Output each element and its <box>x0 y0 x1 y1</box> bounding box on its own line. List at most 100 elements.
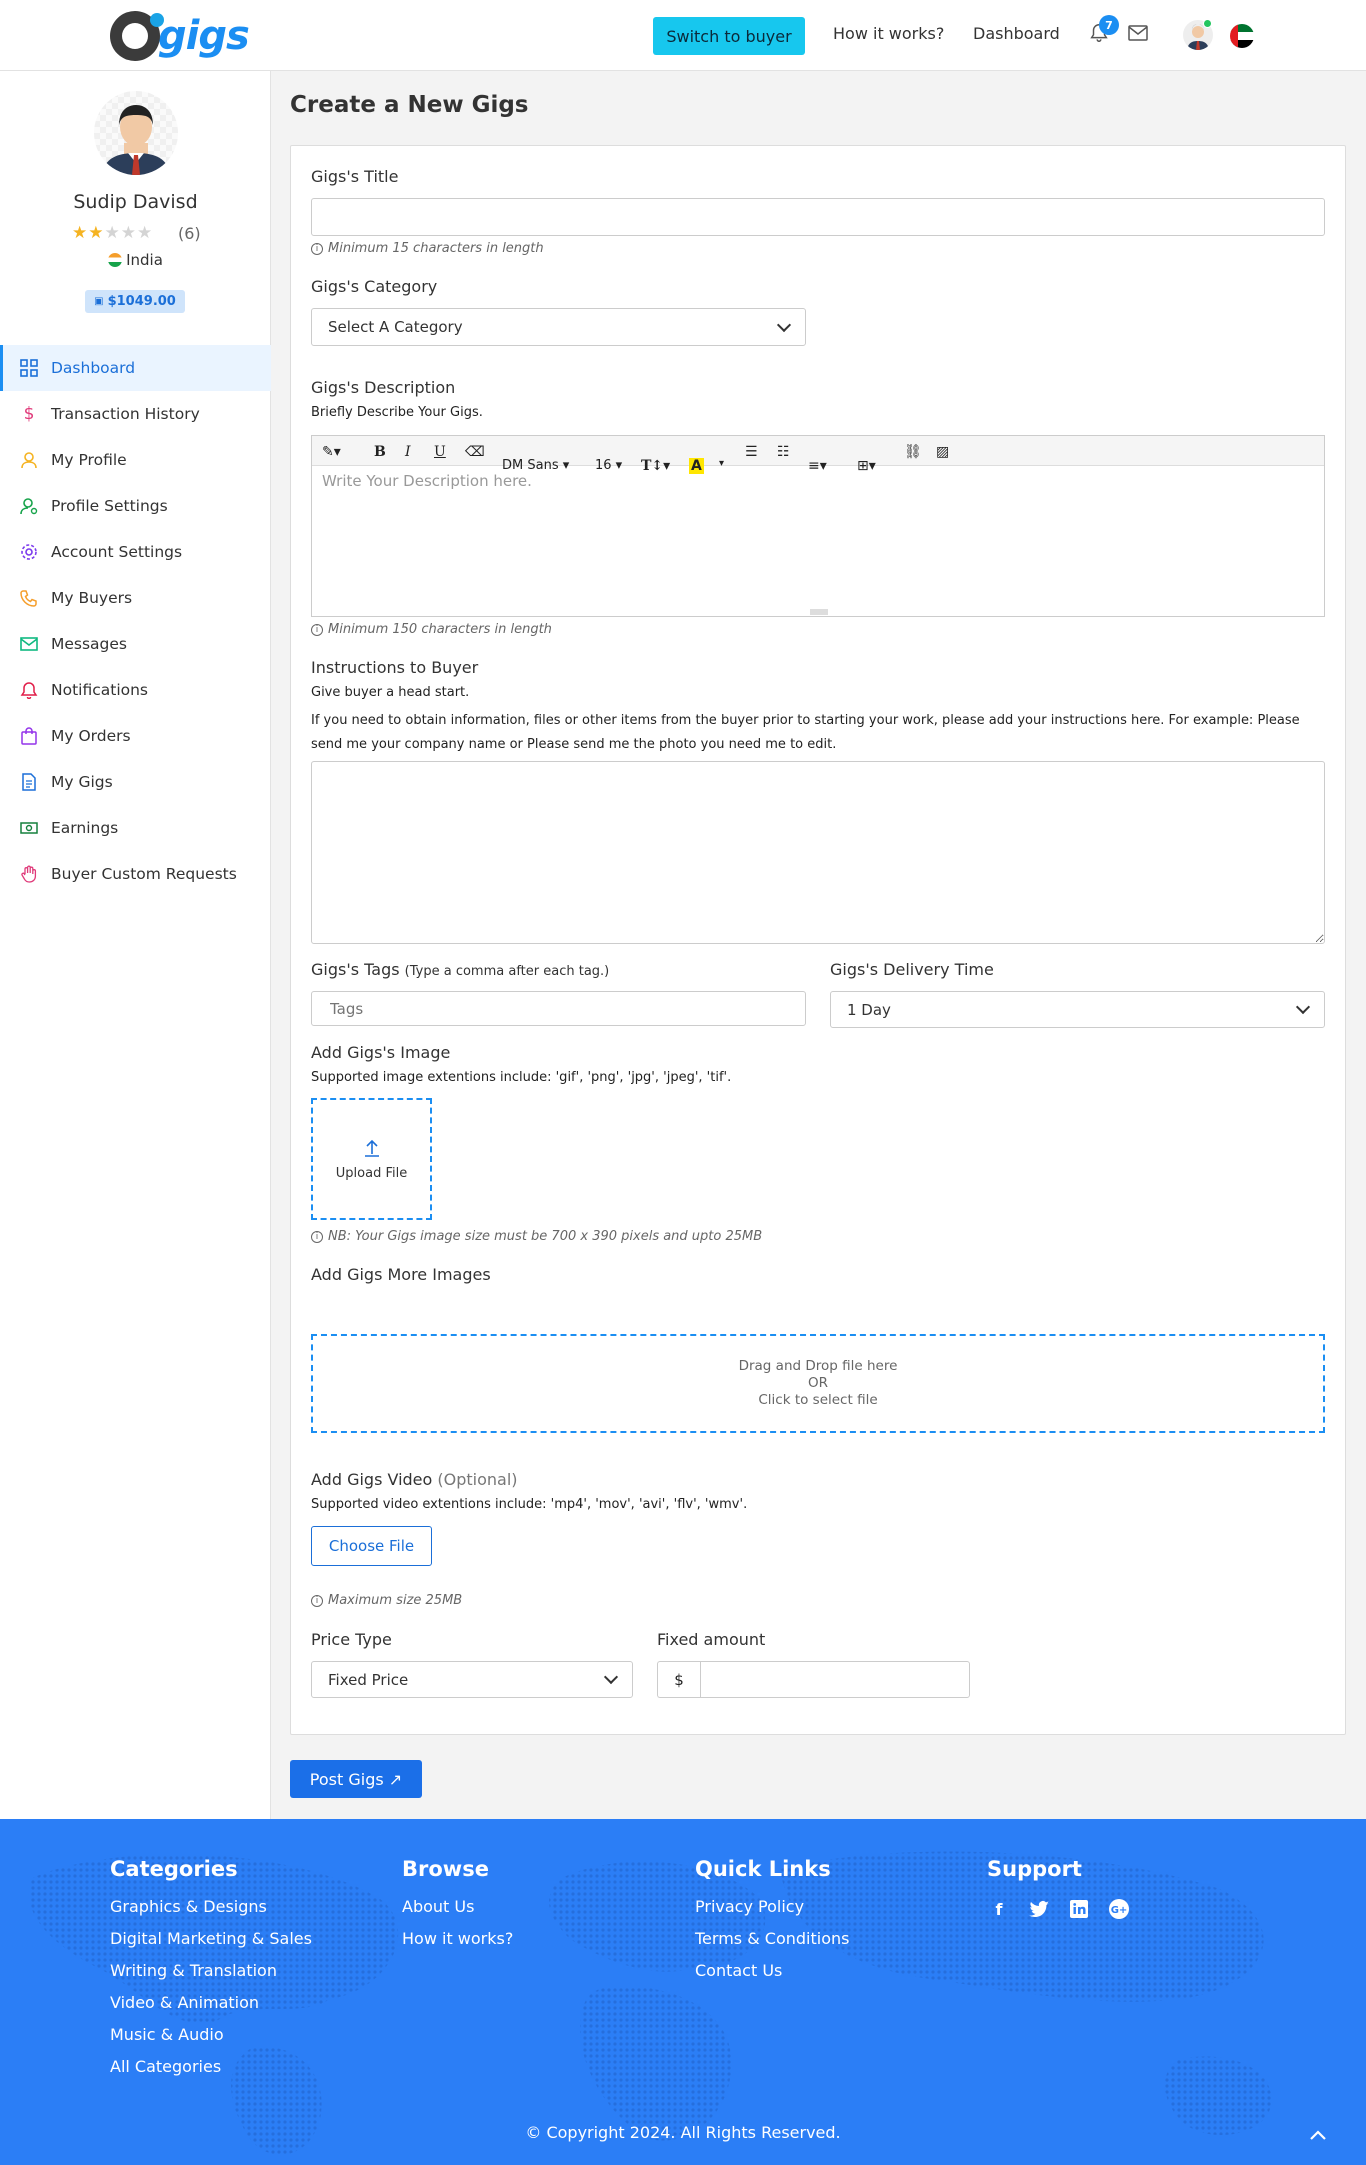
sidebar-item-dashboard[interactable]: Dashboard <box>0 345 271 391</box>
price-type-label: Price Type <box>311 1630 392 1649</box>
mail-icon <box>20 637 38 651</box>
sidebar-item-label: Account Settings <box>51 543 183 561</box>
sidebar-menu: Dashboard $ Transaction History My Profi… <box>0 345 271 897</box>
footer-link[interactable]: Video & Animation <box>110 1993 312 2025</box>
text-height-icon[interactable]: T↕▾ <box>641 458 670 474</box>
sidebar-item-label: Buyer Custom Requests <box>51 865 237 883</box>
facebook-icon[interactable]: f <box>987 1897 1011 1921</box>
review-count: (6) <box>178 224 201 243</box>
gig-video-label: Add Gigs Video (Optional) <box>311 1470 518 1489</box>
sidebar-item-label: Messages <box>51 635 128 653</box>
fixed-amount-label: Fixed amount <box>657 1630 766 1649</box>
footer-link[interactable]: Music & Audio <box>110 2025 312 2057</box>
resize-handle[interactable] <box>810 609 828 615</box>
sidebar-item-account-settings[interactable]: Account Settings <box>0 529 271 575</box>
footer-link[interactable]: Terms & Conditions <box>695 1929 849 1961</box>
sidebar-item-transaction-history[interactable]: $ Transaction History <box>0 391 271 437</box>
online-status-dot <box>1203 19 1212 28</box>
upload-file-box[interactable]: Upload File <box>311 1098 432 1220</box>
gigs-logo[interactable]: gigs <box>110 10 250 62</box>
linkedin-icon[interactable] <box>1067 1897 1091 1921</box>
top-header: gigs Switch to buyer How it works? Dashb… <box>0 0 1366 71</box>
gig-tags-input[interactable] <box>311 991 806 1026</box>
price-type-select[interactable]: Fixed Price <box>311 1661 633 1698</box>
font-family-select[interactable]: DM Sans ▾ <box>502 458 569 473</box>
ordered-list-icon[interactable]: ☷ <box>777 444 790 460</box>
star-icon: ★ <box>72 223 89 243</box>
footer-link[interactable]: Contact Us <box>695 1961 849 1993</box>
sidebar-item-messages[interactable]: Messages <box>0 621 271 667</box>
sidebar-item-my-gigs[interactable]: My Gigs <box>0 759 271 805</box>
footer-link[interactable]: Digital Marketing & Sales <box>110 1929 312 1961</box>
table-icon[interactable]: ⊞▾ <box>857 458 876 474</box>
bell-icon <box>20 682 38 699</box>
underline-button[interactable]: U <box>434 444 446 460</box>
info-icon: i <box>311 242 323 255</box>
switch-to-buyer-button[interactable]: Switch to buyer <box>653 17 805 55</box>
footer-heading: Categories <box>110 1857 238 1881</box>
notification-badge: 7 <box>1099 15 1119 35</box>
bold-button[interactable]: B <box>374 444 386 460</box>
user-icon <box>21 452 37 469</box>
sidebar-item-profile-settings[interactable]: Profile Settings <box>0 483 271 529</box>
mail-icon[interactable] <box>1128 25 1148 41</box>
gig-title-input[interactable] <box>311 198 1325 236</box>
sidebar-item-my-buyers[interactable]: My Buyers <box>0 575 271 621</box>
text-color-button[interactable]: A <box>689 458 704 474</box>
price-type-value: Fixed Price <box>328 1670 409 1689</box>
sidebar-item-buyer-custom-requests[interactable]: Buyer Custom Requests <box>0 851 271 897</box>
footer-link[interactable]: Privacy Policy <box>695 1897 849 1929</box>
choose-file-button[interactable]: Choose File <box>311 1526 432 1566</box>
footer-link[interactable]: Writing & Translation <box>110 1961 312 1993</box>
svg-text:G+: G+ <box>1111 1905 1128 1916</box>
align-icon[interactable]: ≡▾ <box>808 458 827 474</box>
nav-how-it-works[interactable]: How it works? <box>833 24 944 43</box>
gear-icon <box>21 544 37 560</box>
instructions-sub-2: If you need to obtain information, files… <box>311 713 1300 752</box>
footer: Categories Graphics & Designs Digital Ma… <box>0 1819 1366 2165</box>
eraser-icon[interactable]: ⌫ <box>465 444 485 460</box>
chevron-up-icon[interactable] <box>1305 2123 1331 2149</box>
footer-link[interactable]: Graphics & Designs <box>110 1897 312 1929</box>
sidebar-item-my-profile[interactable]: My Profile <box>0 437 271 483</box>
chevron-down-icon <box>603 1669 619 1685</box>
footer-browse: Browse About Us How it works? <box>402 1857 513 1961</box>
more-images-label: Add Gigs More Images <box>311 1265 491 1284</box>
sidebar-item-label: My Buyers <box>51 589 133 607</box>
nav-dashboard[interactable]: Dashboard <box>973 24 1060 43</box>
rating-stars: ★★★★★ <box>72 223 153 243</box>
footer-link[interactable]: All Categories <box>110 2057 312 2089</box>
gig-category-select[interactable]: Select A Category <box>311 308 806 346</box>
footer-link[interactable]: About Us <box>402 1897 513 1929</box>
post-gigs-button[interactable]: Post Gigs ↗ <box>290 1760 422 1798</box>
magic-wand-icon[interactable]: ✎▾ <box>322 444 341 460</box>
italic-button[interactable]: I <box>405 444 411 460</box>
phone-icon <box>20 590 37 607</box>
footer-link[interactable]: How it works? <box>402 1929 513 1961</box>
twitter-icon[interactable] <box>1027 1897 1051 1921</box>
footer-support: Support f G+ <box>987 1857 1131 1921</box>
google-plus-icon[interactable]: G+ <box>1107 1897 1131 1921</box>
color-dropdown-icon[interactable]: ▾ <box>719 458 724 469</box>
star-icon: ★ <box>137 223 154 243</box>
sidebar-item-notifications[interactable]: Notifications <box>0 667 271 713</box>
sidebar-item-my-orders[interactable]: My Orders <box>0 713 271 759</box>
instructions-textarea[interactable] <box>311 761 1325 944</box>
fixed-amount-input[interactable] <box>700 1661 970 1698</box>
editor-toolbar: ✎▾ B I U ⌫ DM Sans ▾ 16 ▾ T↕▾ A ▾ ☰ ☷ ≡▾… <box>312 436 1324 474</box>
profile-avatar <box>94 91 178 175</box>
bullet-list-icon[interactable]: ☰ <box>745 444 758 460</box>
font-size-select[interactable]: 16 ▾ <box>595 458 622 473</box>
description-editor[interactable]: ✎▾ B I U ⌫ DM Sans ▾ 16 ▾ T↕▾ A ▾ ☰ ☷ ≡▾… <box>311 435 1325 617</box>
balance-badge: ▣ $1049.00 <box>85 290 185 313</box>
uae-flag-icon[interactable] <box>1230 24 1254 48</box>
profile-name: Sudip Davisd <box>73 191 198 213</box>
delivery-time-select[interactable]: 1 Day <box>830 991 1325 1028</box>
gig-title-label: Gigs's Title <box>311 167 399 186</box>
instructions-label: Instructions to Buyer <box>311 658 479 677</box>
social-links: f G+ <box>987 1897 1131 1921</box>
image-icon[interactable]: ▨ <box>936 444 949 460</box>
drop-zone[interactable]: Drag and Drop file here OR Click to sele… <box>311 1334 1325 1433</box>
link-icon[interactable]: ⛓ <box>904 444 922 460</box>
sidebar-item-earnings[interactable]: Earnings <box>0 805 271 851</box>
